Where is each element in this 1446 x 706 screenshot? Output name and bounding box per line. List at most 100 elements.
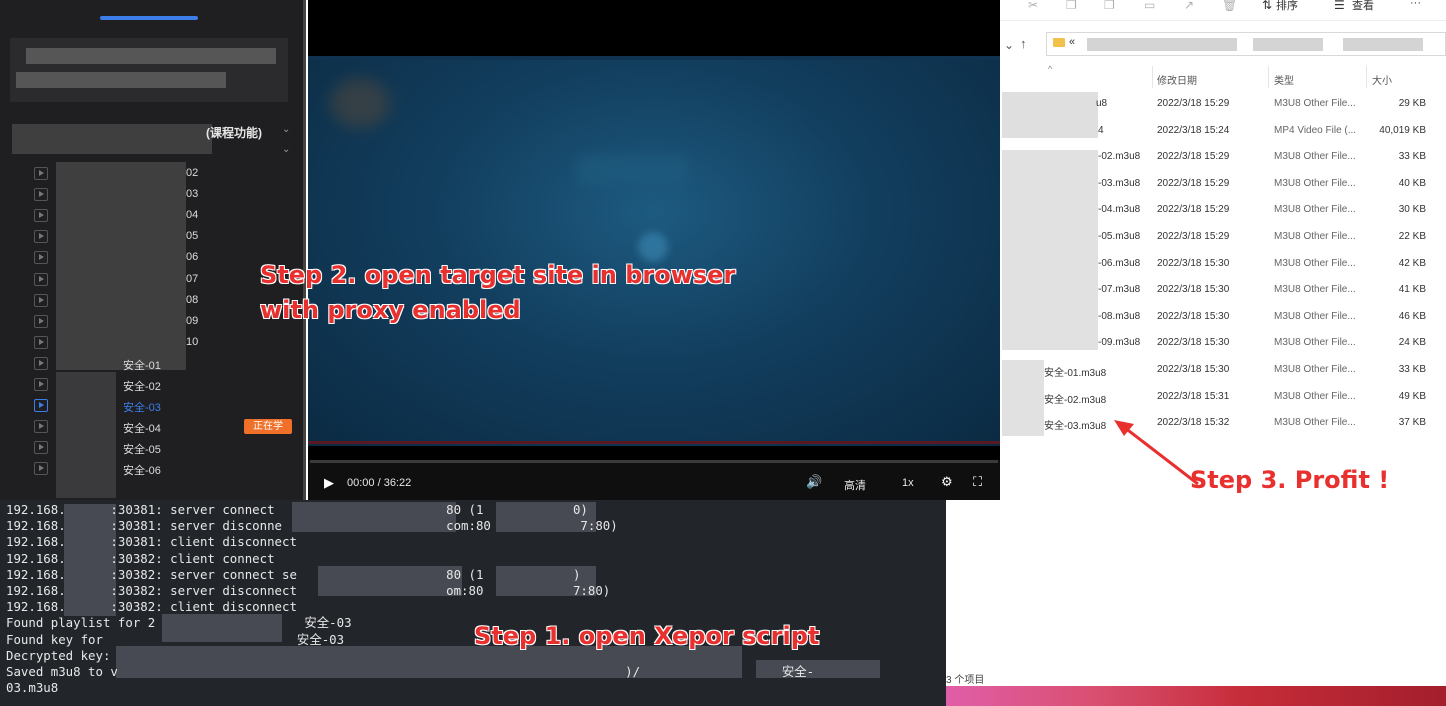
file-date: 2022/3/18 15:30 [1157, 337, 1230, 349]
file-name: -09.m3u8 [1098, 337, 1141, 349]
file-row[interactable]: -04.m3u8 2022/3/18 15:29 M3U8 Other File..… [1000, 198, 1446, 224]
file-size: 40 KB [1398, 177, 1426, 189]
file-row[interactable]: -05.m3u8 2022/3/18 15:29 M3U8 Other File..… [1000, 225, 1446, 251]
file-date: 2022/3/18 15:30 [1157, 310, 1230, 322]
file-name: -05.m3u8 [1098, 231, 1141, 242]
file-row[interactable]: 4 2022/3/18 15:24 MP4 Video File (... 40,01… [1000, 119, 1446, 145]
lesson-item[interactable]: 09 [34, 312, 294, 332]
play-icon [34, 420, 48, 434]
play-icon[interactable]: ▶ [324, 475, 334, 491]
paste-icon[interactable]: ❐ [1104, 0, 1115, 12]
volume-icon[interactable]: 🔊 [806, 474, 822, 490]
lesson-item[interactable]: 安全-01 [34, 354, 294, 374]
lesson-item[interactable]: 05 [34, 227, 294, 247]
file-date: 2022/3/18 15:30 [1157, 284, 1230, 296]
file-row[interactable]: -06.m3u8 2022/3/18 15:30 M3U8 Other File..… [1000, 252, 1446, 278]
lesson-item[interactable]: 10 [34, 333, 294, 353]
lesson-item[interactable]: 安全-03 [34, 396, 294, 416]
progress-bar[interactable] [310, 460, 998, 463]
sort-button[interactable]: 排序 [1276, 0, 1298, 13]
play-icon [34, 399, 48, 413]
lesson-label: 安全-04 [123, 423, 161, 436]
address-bar[interactable]: « [1046, 32, 1446, 56]
view-button[interactable]: 查看 [1352, 0, 1374, 13]
share-icon[interactable]: ↗ [1184, 0, 1194, 12]
play-icon [34, 230, 48, 244]
chevron-down-icon[interactable]: ⌄ [1004, 38, 1014, 52]
video-player[interactable]: ▶ 00:00 / 36:22 🔊 高清 1x ⚙ ⛶ [308, 0, 1000, 500]
file-row[interactable]: 安全-03.m3u8 2022/3/18 15:32 M3U8 Other File… [1000, 411, 1446, 437]
file-row[interactable]: 安全-01.m3u8 2022/3/18 15:30 M3U8 Other File… [1000, 358, 1446, 384]
lesson-label: 07 [186, 272, 199, 285]
quality-selector[interactable]: 高清 [844, 477, 866, 493]
file-name: 安全-02.m3u8 [1044, 394, 1107, 406]
lesson-item[interactable]: 06 [34, 248, 294, 268]
lesson-item[interactable]: 安全-06 [34, 459, 294, 479]
lesson-item[interactable]: 02 [34, 164, 294, 184]
chevron-down-icon[interactable]: ⌄ [282, 144, 290, 155]
lesson-label: 05 [186, 230, 199, 243]
copy-icon[interactable]: ❐ [1066, 0, 1077, 12]
lesson-item[interactable]: 04 [34, 206, 294, 226]
speed-selector[interactable]: 1x [902, 477, 914, 489]
rename-icon[interactable]: ▭ [1144, 0, 1155, 12]
column-type[interactable]: 类型 [1274, 72, 1294, 87]
step3-annotation: Step 3. Profit ! [1190, 466, 1390, 494]
lesson-item[interactable]: 安全-05 [34, 438, 294, 458]
file-row[interactable]: -08.m3u8 2022/3/18 15:30 M3U8 Other File..… [1000, 305, 1446, 331]
file-row[interactable]: -02.m3u8 2022/3/18 15:29 M3U8 Other File..… [1000, 145, 1446, 171]
file-size: 33 KB [1398, 364, 1426, 375]
file-row[interactable]: -03.m3u8 2022/3/18 15:29 M3U8 Other File..… [1000, 172, 1446, 198]
file-name: -06.m3u8 [1098, 257, 1141, 269]
desktop-gap [946, 500, 1000, 686]
file-row[interactable]: -09.m3u8 2022/3/18 15:30 M3U8 Other File..… [1000, 331, 1446, 357]
terminal-line: 192.168. :30381: server connect 80 (1 0) [6, 502, 588, 517]
play-icon [34, 272, 48, 286]
play-icon [34, 293, 48, 307]
sidebar-scrollbar[interactable] [303, 0, 306, 500]
view-icon[interactable]: ☰ [1334, 0, 1345, 12]
file-date: 2022/3/18 15:24 [1157, 124, 1230, 136]
file-date: 2022/3/18 15:29 [1157, 98, 1230, 109]
file-row[interactable]: -07.m3u8 2022/3/18 15:30 M3U8 Other File..… [1000, 278, 1446, 304]
lesson-item[interactable]: 08 [34, 291, 294, 311]
terminal-line: Saved m3u8 to v )/ 安全- [6, 664, 815, 680]
column-date[interactable]: 修改日期 [1157, 72, 1197, 87]
file-name: -04.m3u8 [1098, 204, 1141, 216]
file-date: 2022/3/18 15:30 [1157, 257, 1230, 269]
terminal-line: 192.168. :30381: client disconnect [6, 534, 297, 550]
lesson-item[interactable]: 03 [34, 185, 294, 205]
lesson-label: 03 [186, 188, 199, 201]
terminal-line: 03.m3u8 [6, 680, 59, 696]
file-type: M3U8 Other File... [1274, 151, 1356, 163]
file-row[interactable]: 安全-02.m3u8 2022/3/18 15:31 M3U8 Other File… [1000, 385, 1446, 411]
settings-gear-icon[interactable]: ⚙ [941, 474, 953, 490]
more-button[interactable]: ··· [1410, 0, 1421, 9]
file-size: 30 KB [1398, 204, 1426, 216]
file-date: 2022/3/18 15:29 [1157, 204, 1230, 216]
play-icon [34, 167, 48, 180]
file-type: M3U8 Other File... [1274, 257, 1356, 269]
chevron-down-icon[interactable]: ⌄ [282, 124, 290, 135]
breadcrumb-overflow[interactable]: « [1069, 36, 1075, 48]
file-row[interactable]: u8 2022/3/18 15:29 M3U8 Other File... 29 KB [1000, 92, 1446, 118]
terminal-window[interactable]: 192.168. :30381: server connect 80 (1 0)… [0, 500, 946, 706]
lesson-item[interactable]: 07 [34, 270, 294, 290]
delete-icon[interactable]: 🗑 [1222, 0, 1237, 12]
sort-icon[interactable]: ⇅ [1262, 0, 1272, 12]
file-date: 2022/3/18 15:31 [1157, 390, 1230, 402]
cut-icon[interactable]: ✂ [1028, 0, 1038, 12]
video-frame[interactable] [308, 56, 1000, 446]
file-size: 40,019 KB [1379, 124, 1426, 136]
column-size[interactable]: 大小 [1372, 72, 1392, 87]
file-name: 4 [1098, 124, 1104, 136]
lesson-label: 04 [186, 209, 199, 222]
section-title: (课程功能) [206, 126, 262, 140]
up-arrow-icon[interactable]: ↑ [1020, 36, 1027, 51]
lesson-item[interactable]: 安全-02 [34, 375, 294, 395]
terminal-line: Found key for 安全-03 [6, 631, 345, 647]
file-size: 29 KB [1398, 98, 1426, 109]
sort-caret-icon: ^ [1048, 64, 1053, 74]
file-name: -03.m3u8 [1098, 177, 1141, 189]
fullscreen-icon[interactable]: ⛶ [973, 474, 982, 490]
